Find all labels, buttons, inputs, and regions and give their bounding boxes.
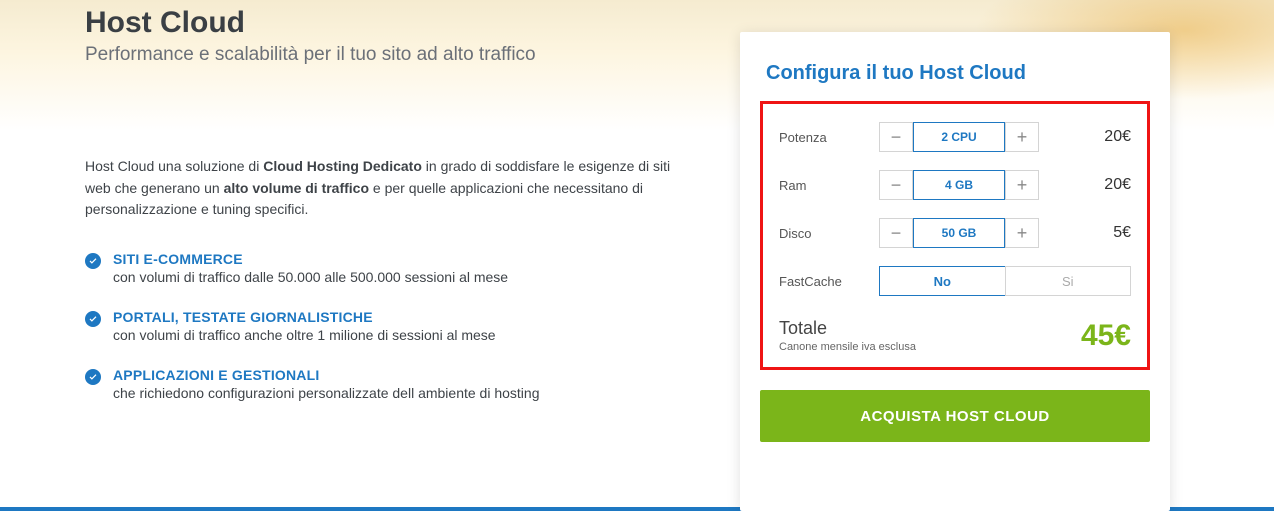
bullet-sub: che richiedono configurazioni personaliz… xyxy=(113,385,540,401)
totale-left: Totale Canone mensile iva esclusa xyxy=(779,318,916,353)
config-highlight-box: Potenza − 2 CPU + 20€ Ram − 4 GB + 20€ D… xyxy=(760,101,1150,370)
bullet-title: PORTALI, TESTATE GIORNALISTICHE xyxy=(113,309,496,325)
desc-bold-2: alto volume di traffico xyxy=(224,180,369,196)
page-title: Host Cloud xyxy=(85,6,680,40)
row-disco: Disco − 50 GB + 5€ xyxy=(779,218,1131,248)
bullet-text: SITI E-COMMERCE con volumi di traffico d… xyxy=(113,251,508,285)
totale-value: 45€ xyxy=(1081,319,1131,353)
bullet-portali: PORTALI, TESTATE GIORNALISTICHE con volu… xyxy=(85,309,680,343)
row-ram: Ram − 4 GB + 20€ xyxy=(779,170,1131,200)
check-icon xyxy=(85,311,101,327)
minus-button[interactable]: − xyxy=(879,122,913,152)
bullet-sub: con volumi di traffico anche oltre 1 mil… xyxy=(113,327,496,343)
label-disco: Disco xyxy=(779,226,879,241)
totale-row: Totale Canone mensile iva esclusa 45€ xyxy=(779,318,1131,353)
toggle-no[interactable]: No xyxy=(879,266,1005,296)
description: Host Cloud una soluzione di Cloud Hostin… xyxy=(85,156,680,221)
label-fastcache: FastCache xyxy=(779,274,879,289)
stepper-potenza: − 2 CPU + xyxy=(879,122,1039,152)
minus-button[interactable]: − xyxy=(879,170,913,200)
label-potenza: Potenza xyxy=(779,130,879,145)
check-icon xyxy=(85,253,101,269)
bullet-applicazioni: APPLICAZIONI E GESTIONALI che richiedono… xyxy=(85,367,680,401)
page-container: Host Cloud Performance e scalabilità per… xyxy=(0,0,1274,511)
value-potenza: 2 CPU xyxy=(913,122,1005,152)
stepper-disco: − 50 GB + xyxy=(879,218,1039,248)
panel-title: Configura il tuo Host Cloud xyxy=(760,62,1150,85)
price-ram: 20€ xyxy=(1104,176,1131,194)
row-potenza: Potenza − 2 CPU + 20€ xyxy=(779,122,1131,152)
configurator-panel: Configura il tuo Host Cloud Potenza − 2 … xyxy=(740,32,1170,511)
plus-button[interactable]: + xyxy=(1005,170,1039,200)
bullet-ecommerce: SITI E-COMMERCE con volumi di traffico d… xyxy=(85,251,680,285)
bullet-text: PORTALI, TESTATE GIORNALISTICHE con volu… xyxy=(113,309,496,343)
stepper-ram: − 4 GB + xyxy=(879,170,1039,200)
plus-button[interactable]: + xyxy=(1005,218,1039,248)
check-icon xyxy=(85,369,101,385)
price-potenza: 20€ xyxy=(1104,128,1131,146)
value-disco: 50 GB xyxy=(913,218,1005,248)
bullet-title: SITI E-COMMERCE xyxy=(113,251,508,267)
feature-bullets: SITI E-COMMERCE con volumi di traffico d… xyxy=(85,251,680,401)
bullet-title: APPLICAZIONI E GESTIONALI xyxy=(113,367,540,383)
bullet-text: APPLICAZIONI E GESTIONALI che richiedono… xyxy=(113,367,540,401)
desc-bold-1: Cloud Hosting Dedicato xyxy=(263,158,422,174)
value-ram: 4 GB xyxy=(913,170,1005,200)
totale-sub: Canone mensile iva esclusa xyxy=(779,341,916,353)
plus-button[interactable]: + xyxy=(1005,122,1039,152)
totale-label: Totale xyxy=(779,318,916,339)
toggle-si[interactable]: Si xyxy=(1005,266,1132,296)
left-column: Host Cloud Performance e scalabilità per… xyxy=(85,0,680,511)
toggle-fastcache: No Si xyxy=(879,266,1131,296)
label-ram: Ram xyxy=(779,178,879,193)
bullet-sub: con volumi di traffico dalle 50.000 alle… xyxy=(113,269,508,285)
desc-text: Host Cloud una soluzione di xyxy=(85,158,263,174)
buy-button[interactable]: ACQUISTA HOST CLOUD xyxy=(760,390,1150,442)
row-fastcache: FastCache No Si xyxy=(779,266,1131,296)
minus-button[interactable]: − xyxy=(879,218,913,248)
price-disco: 5€ xyxy=(1113,224,1131,242)
page-subtitle: Performance e scalabilità per il tuo sit… xyxy=(85,44,680,66)
